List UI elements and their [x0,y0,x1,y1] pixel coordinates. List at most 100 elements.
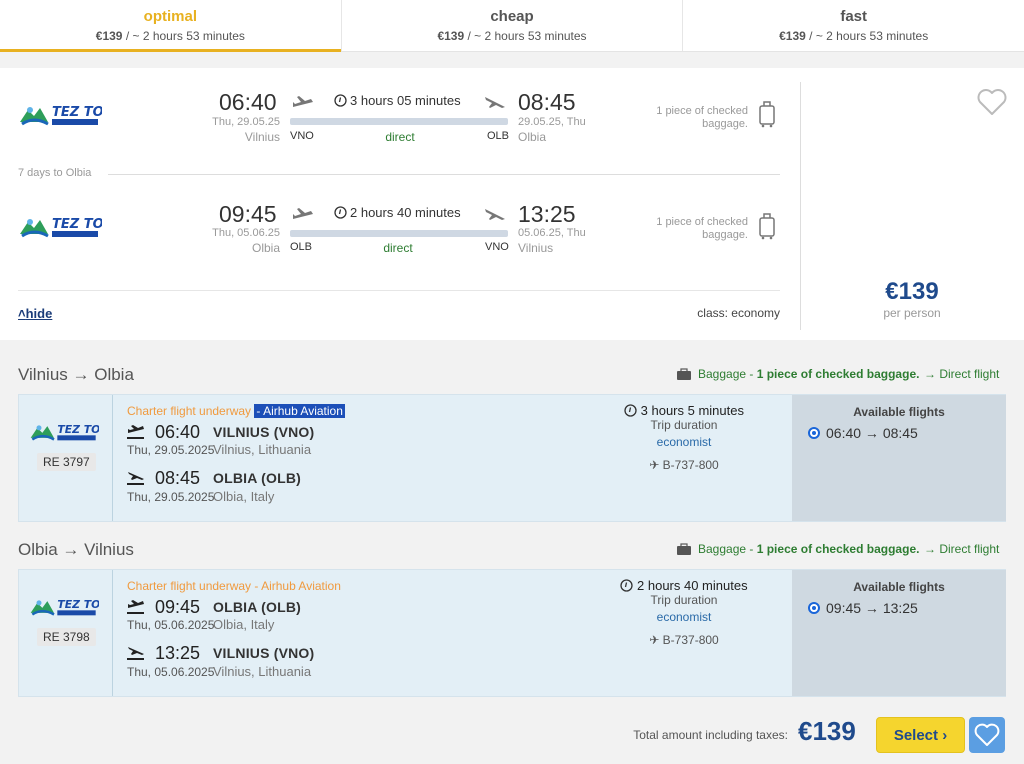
flight-number: RE 3798 [37,628,96,646]
segment-arr-airport: OLBIA (OLB) [213,470,301,486]
inbound-arr-code: VNO [485,241,509,253]
segment-dep-date: Thu, 29.05.2025 [127,443,215,457]
available-flights-title: Available flights [853,580,945,594]
tab-optimal[interactable]: optimal €139 / ~ 2 hours 53 minutes [0,0,342,52]
segment-route-title: Olbia → Vilnius [18,540,134,559]
total-label: Total amount including taxes: [633,728,788,742]
tab-duration: / ~ 2 hours 53 minutes [122,29,245,43]
inbound-baggage-info: 1 piece of checked baggage. [656,216,748,241]
radio-selected-icon[interactable] [808,602,820,614]
radio-selected-icon[interactable] [808,427,820,439]
takeoff-icon [127,425,144,439]
luggage-icon [759,101,775,128]
outbound-arr-code: OLB [487,130,510,142]
takeoff-icon [127,600,144,614]
inbound-duration: 2 hours 40 minutes [334,205,461,220]
segment-dep-place: Vilnius, Lithuania [213,442,312,457]
segment-baggage: Baggage - 1 piece of checked baggage. [676,367,919,381]
segment-dep-airport: VILNIUS (VNO) [213,424,315,440]
available-flights-panel: Available flights 09:45 → 13:25 [792,570,1006,696]
tab-price: €139 [779,29,806,43]
outbound-dep-code: VNO [290,130,314,142]
aircraft-type: ✈ B-737-800 [649,458,719,472]
tez-tour-logo: TEZ TOUR [20,105,102,126]
tab-title: optimal [143,8,197,25]
flight-option-radio[interactable]: 09:45 → 13:25 [808,600,918,616]
tab-title: cheap [490,8,534,25]
tab-duration: / ~ 2 hours 53 minutes [805,29,929,43]
outbound-arr-city: Olbia [518,130,547,144]
outbound-arr-time: 08:45 [518,89,576,115]
favorite-heart-icon[interactable] [976,88,1008,116]
chevron-right-icon: › [942,726,948,744]
tab-title: fast [840,8,868,25]
landing-icon [127,472,144,485]
tez-tour-logo: TEZ TOUR [20,217,102,238]
segment-arr-date: Thu, 05.06.2025 [127,665,215,679]
info-clock-icon [334,206,347,219]
info-clock-icon [620,579,634,592]
outbound-direct-label: direct [385,130,415,144]
inbound-arr-city: Vilnius [518,241,554,255]
cabin-class-link[interactable]: economist [579,435,789,449]
tab-cheap[interactable]: cheap €139 / ~ 2 hours 53 minutes [342,0,684,51]
flight-number: RE 3797 [37,453,96,471]
segment-arr-time: 08:45 [155,468,201,488]
segment-arr-date: Thu, 29.05.2025 [127,490,215,504]
tab-price: €139 [95,29,123,43]
total-amount: €139 [798,716,856,746]
aircraft-type: ✈ B-737-800 [649,633,719,647]
route-bar [290,118,508,125]
divider [18,290,780,291]
flight-option-radio[interactable]: 06:40 → 08:45 [808,425,918,441]
segment-dep-airport: OLBIA (OLB) [213,599,301,615]
select-button[interactable]: Select › [876,717,965,753]
per-person-label: per person [883,306,941,320]
heart-icon [974,723,1000,746]
divider [108,174,780,175]
direct-flight-label: → Direct flight [924,367,1000,381]
inbound-arr-time: 13:25 [518,201,576,227]
stay-duration: 7 days to Olbia [18,167,92,179]
segment-arr-place: Olbia, Italy [213,489,275,504]
hide-details-link[interactable]: ˄hide [18,306,52,321]
landing-icon [127,647,144,660]
cabin-class-link[interactable]: economist [579,610,789,624]
inbound-dep-date: Thu, 05.06.25 [212,227,280,239]
landing-icon [485,97,505,108]
takeoff-icon [293,96,313,107]
segment-arr-place: Vilnius, Lithuania [213,664,312,679]
segment-dep-place: Olbia, Italy [213,617,275,632]
logo-text: TEZ TOUR [57,598,99,611]
outbound-duration: 3 hours 05 minutes [334,93,461,108]
tab-price: €139 [437,29,465,43]
charter-info: Charter flight underway - Airhub Aviatio… [127,404,345,418]
tab-duration: / ~ 2 hours 53 minutes [464,29,587,43]
outbound-dep-date: Thu, 29.05.25 [212,116,280,128]
suitcase-icon [677,542,691,555]
suitcase-icon [677,367,691,380]
takeoff-icon [293,208,313,219]
route-bar [290,230,508,237]
selected-airline-text: - Airhub Aviation [254,404,345,418]
available-flights-panel: Available flights 06:40 → 08:45 [792,395,1006,521]
tab-fast[interactable]: fast €139 / ~ 2 hours 53 minutes [683,0,1024,51]
direct-flight-label: → Direct flight [924,542,1000,556]
outbound-dep-city: Vilnius [244,130,280,144]
segment-arr-time: 13:25 [155,643,201,663]
segment-dep-time: 06:40 [155,422,201,442]
outbound-arr-date: 29.05.25, Thu [518,116,586,128]
trip-duration-label: Trip duration [650,418,718,432]
summary-price: €139 [885,278,939,305]
duration-text: 2 hours 40 minutes [350,205,461,220]
segment-arr-airport: VILNIUS (VNO) [213,645,315,661]
info-clock-icon [334,94,347,107]
segment-route-title: Vilnius → Olbia [18,365,134,384]
favorite-button[interactable] [969,717,1005,753]
luggage-icon [759,213,775,240]
cabin-class: class: economy [697,306,780,320]
trip-duration-label: Trip duration [650,593,718,607]
outbound-baggage-info: 1 piece of checked baggage. [656,105,748,130]
inbound-direct-label: direct [383,241,413,255]
charter-info: Charter flight underway - Airhub Aviatio… [127,579,341,593]
